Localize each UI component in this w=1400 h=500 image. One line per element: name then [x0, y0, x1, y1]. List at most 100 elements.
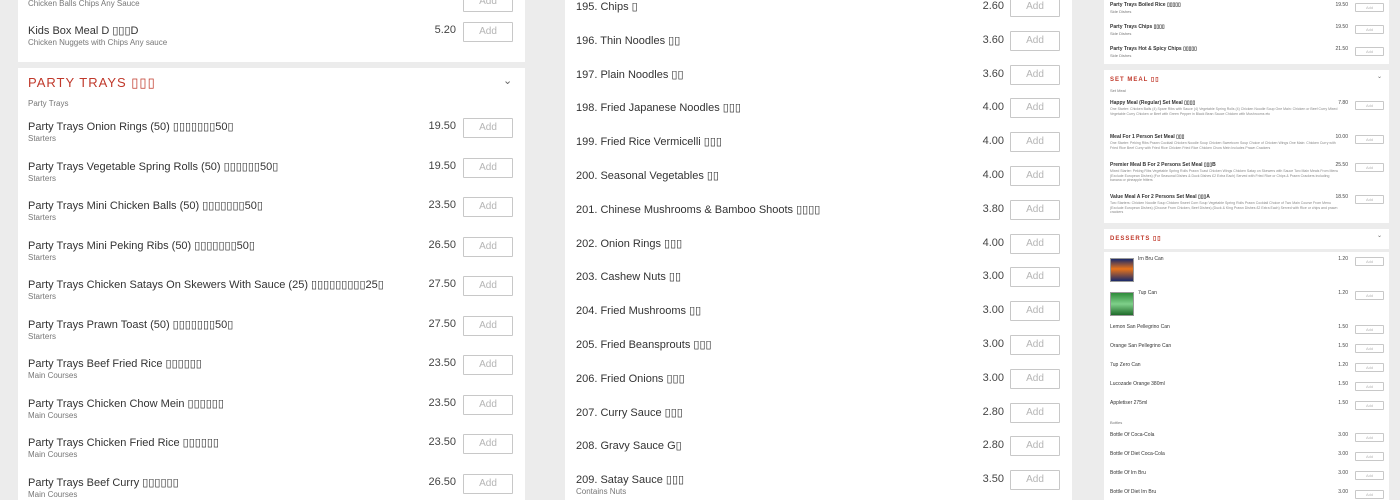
add-button[interactable]: Add: [1010, 0, 1060, 17]
list-item: 200. Seasonal Vegetables ▯▯ 4.00 Add: [565, 163, 1072, 195]
item-name: 7up Can: [1138, 290, 1157, 296]
item-name: Chicken Balls Chips Any Sauce: [28, 0, 140, 8]
item-price: 4.00: [982, 101, 1004, 114]
add-button[interactable]: Add: [1355, 3, 1384, 12]
add-button[interactable]: Add: [1010, 267, 1060, 288]
item-name: 201. Chinese Mushrooms & Bamboo Shoots ▯…: [576, 203, 821, 216]
item-price: 21.50: [1335, 46, 1348, 52]
item-price: 4.00: [982, 236, 1004, 249]
list-item: Party Trays Prawn Toast (50) ▯▯▯▯▯▯▯50▯ S…: [18, 315, 525, 354]
add-button[interactable]: Add: [1355, 363, 1384, 372]
add-button[interactable]: Add: [1010, 402, 1060, 423]
add-button[interactable]: Add: [1010, 199, 1060, 220]
section-title: SET MEAL ▯▯: [1110, 77, 1160, 83]
list-item: 205. Fried Beansprouts ▯▯▯ 3.00 Add: [565, 332, 1072, 364]
list-item: 203. Cashew Nuts ▯▯ 3.00 Add: [565, 264, 1072, 296]
item-price: 23.50: [428, 357, 456, 369]
add-button[interactable]: Add: [1010, 233, 1060, 254]
add-button[interactable]: Add: [463, 473, 513, 494]
item-name: Happy Meal (Regular) Set Meal ▯▯▯▯: [1110, 100, 1196, 106]
item-price: 1.50: [1338, 324, 1348, 330]
add-button[interactable]: Add: [1355, 47, 1384, 56]
add-button[interactable]: Add: [1010, 368, 1060, 389]
list-item: 196. Thin Noodles ▯▯ 3.60 Add: [565, 28, 1072, 60]
item-price: 1.50: [1338, 381, 1348, 387]
add-button[interactable]: Add: [463, 394, 513, 415]
list-item: 201. Chinese Mushrooms & Bamboo Shoots ▯…: [565, 197, 1072, 229]
add-button[interactable]: Add: [1355, 163, 1384, 172]
list-item: Party Trays Chicken Satays On Skewers Wi…: [18, 276, 525, 314]
set-meal-section: SET MEAL ▯▯ ⌄ Set Meal Happy Meal (Regul…: [1104, 70, 1389, 223]
list-item: Party Trays Vegetable Spring Rolls (50) …: [18, 157, 525, 196]
item-price: 1.20: [1338, 290, 1348, 296]
item-price: 19.50: [428, 159, 456, 172]
add-button[interactable]: Add: [1355, 344, 1384, 353]
add-button[interactable]: Add: [1010, 98, 1060, 119]
item-price: 3.00: [982, 371, 1004, 384]
add-button[interactable]: Add: [1355, 452, 1384, 461]
item-name: 197. Plain Noodles ▯▯: [576, 68, 684, 81]
item-name: Party Trays Chicken Fried Rice ▯▯▯▯▯▯: [28, 437, 219, 449]
add-button[interactable]: Add: [1355, 490, 1384, 499]
item-name: Party Trays Beef Fried Rice ▯▯▯▯▯▯: [28, 358, 202, 370]
item-name: Lemon San Pellegrino Can: [1110, 324, 1170, 330]
add-button[interactable]: Add: [1355, 401, 1384, 410]
add-button[interactable]: Add: [1010, 335, 1060, 355]
item-price: 26.50: [428, 238, 456, 251]
add-button[interactable]: Add: [1355, 135, 1384, 144]
chevron-down-icon[interactable]: ⌄: [1377, 232, 1382, 239]
add-button[interactable]: Add: [1010, 436, 1060, 457]
add-button[interactable]: Add: [463, 157, 513, 178]
add-button[interactable]: Add: [1355, 257, 1384, 266]
add-button[interactable]: Add: [463, 197, 513, 217]
item-price: 1.20: [1338, 256, 1348, 262]
add-button[interactable]: Add: [463, 315, 513, 336]
item-name: Orange San Pellegrino Can: [1110, 343, 1172, 349]
item-name: Party Trays Beef Curry ▯▯▯▯▯▯: [28, 476, 179, 489]
add-button[interactable]: Add: [463, 118, 513, 138]
item-name: 209. Satay Sauce ▯▯▯: [576, 474, 685, 487]
add-button[interactable]: Add: [1010, 30, 1060, 51]
add-button[interactable]: Add: [1355, 382, 1384, 391]
item-price: 3.00: [1338, 470, 1348, 476]
item-name: 202. Onion Rings ▯▯▯: [576, 237, 683, 250]
add-button[interactable]: Add: [1355, 25, 1384, 34]
chevron-down-icon[interactable]: ⌄: [503, 74, 512, 87]
list-item: Party Trays Beef Fried Rice ▯▯▯▯▯▯ Main C…: [18, 355, 525, 393]
add-button[interactable]: Add: [1355, 101, 1384, 110]
add-button[interactable]: Add: [1010, 166, 1060, 186]
item-name: Bottle Of Irn Bru: [1110, 470, 1146, 476]
item-price: 1.50: [1338, 400, 1348, 406]
menu-column-right: Party Trays Boiled Rice ▯▯▯▯▯ Side Dishes…: [1095, 0, 1400, 500]
add-button[interactable]: Add: [1010, 470, 1060, 491]
list-item: 197. Plain Noodles ▯▯ 3.60 Add: [565, 62, 1072, 94]
item-name: Party Trays Boiled Rice ▯▯▯▯▯: [1110, 2, 1181, 8]
add-button[interactable]: Add: [463, 276, 513, 296]
item-name: Party Trays Vegetable Spring Rolls (50) …: [28, 160, 279, 173]
list-item: 202. Onion Rings ▯▯▯ 4.00 Add: [565, 231, 1072, 263]
add-button[interactable]: Add: [1355, 291, 1384, 300]
add-button[interactable]: Add: [463, 355, 513, 375]
add-button[interactable]: Add: [463, 236, 513, 257]
add-button[interactable]: Add: [1355, 195, 1384, 204]
item-price: 19.50: [1335, 24, 1348, 30]
item-name: Meal For 1 Person Set Meal ▯▯▯: [1110, 134, 1185, 140]
item-description: Two Starters: Chicken Noodle Soup Chicke…: [1110, 201, 1338, 214]
chevron-down-icon[interactable]: ⌄: [1377, 73, 1382, 80]
item-name: Irn Bru Can: [1138, 256, 1164, 262]
list-item: 199. Fried Rice Vermicelli ▯▯▯ 4.00 Add: [565, 129, 1072, 161]
item-category: Starters: [28, 173, 57, 183]
side-dishes-card: 195. Chips ▯ 2.60 Add 196. Thin Noodles ▯▯ 3…: [565, 0, 1072, 500]
add-button[interactable]: Add: [1010, 132, 1060, 153]
add-button[interactable]: Add: [463, 434, 513, 454]
add-button[interactable]: Add: [463, 0, 513, 12]
add-button[interactable]: Add: [1355, 325, 1384, 334]
item-category: Starters: [28, 292, 57, 301]
desserts-list: Irn Bru Can 1.20 Add 7up Can 1.20 Add Lemon Sa…: [1104, 252, 1389, 500]
add-button[interactable]: Add: [463, 22, 513, 42]
add-button[interactable]: Add: [1355, 471, 1384, 480]
add-button[interactable]: Add: [1010, 64, 1060, 85]
menu-column-middle: 195. Chips ▯ 2.60 Add 196. Thin Noodles ▯▯ 3…: [548, 0, 1090, 500]
add-button[interactable]: Add: [1355, 433, 1384, 442]
add-button[interactable]: Add: [1010, 301, 1060, 322]
